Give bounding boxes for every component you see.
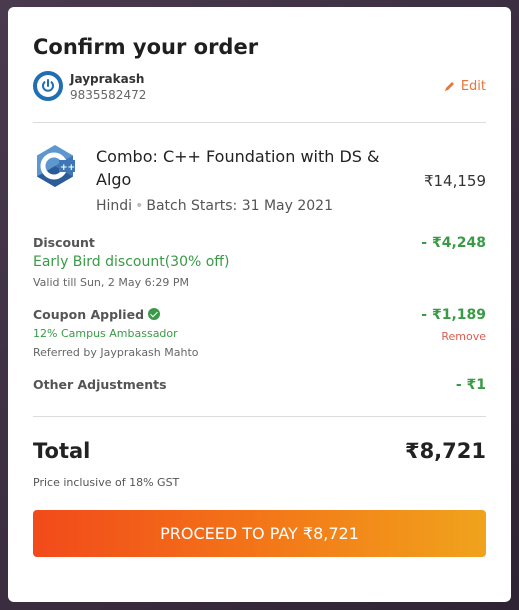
power-icon xyxy=(42,79,54,92)
coupon-name: 12% Campus Ambassador xyxy=(33,327,178,340)
pencil-icon xyxy=(444,82,454,91)
avatar xyxy=(33,71,63,101)
adjustments-amount: - ₹1 xyxy=(455,377,486,393)
edit-label: Edit xyxy=(460,79,486,94)
divider xyxy=(33,416,486,417)
edit-button[interactable]: Edit xyxy=(444,79,486,94)
total-amount: ₹8,721 xyxy=(404,439,486,463)
course-language: Hindi xyxy=(96,198,133,214)
referred-by: Referred by Jayprakash Mahto xyxy=(33,346,199,359)
discount-validity: Valid till Sun, 2 May 6:29 PM xyxy=(33,276,189,289)
course-name: Combo: C++ Foundation with DS & Algo xyxy=(96,147,380,189)
svg-text:++: ++ xyxy=(60,163,75,173)
discount-name: Early Bird discount(30% off) xyxy=(33,254,230,270)
total-label: Total xyxy=(33,439,91,463)
discount-amount: - ₹4,248 xyxy=(421,235,486,251)
page-title: Confirm your order xyxy=(33,35,259,59)
discount-label: Discount xyxy=(33,235,95,250)
gst-note: Price inclusive of 18% GST xyxy=(33,476,180,489)
coupon-amount: - ₹1,189 xyxy=(421,307,486,323)
order-confirmation-card: Confirm your order Jayprakash 9835582472… xyxy=(8,7,511,602)
check-circle-icon xyxy=(148,308,161,320)
course-price: ₹14,159 xyxy=(423,172,486,190)
user-name: Jayprakash xyxy=(70,72,145,86)
user-phone: 9835582472 xyxy=(70,88,147,102)
remove-coupon-button[interactable]: Remove xyxy=(441,330,486,343)
proceed-to-pay-button[interactable]: PROCEED TO PAY ₹8,721 xyxy=(33,510,486,557)
batch-start: Batch Starts: 31 May 2021 xyxy=(146,198,333,214)
divider xyxy=(33,122,486,123)
adjustments-label: Other Adjustments xyxy=(33,377,167,392)
coupon-label-text: Coupon Applied xyxy=(33,307,145,322)
cpp-logo-icon: ++ xyxy=(37,145,75,187)
coupon-label: Coupon Applied xyxy=(33,307,161,322)
course-meta: Hindi • Batch Starts: 31 May 2021 xyxy=(96,198,333,214)
